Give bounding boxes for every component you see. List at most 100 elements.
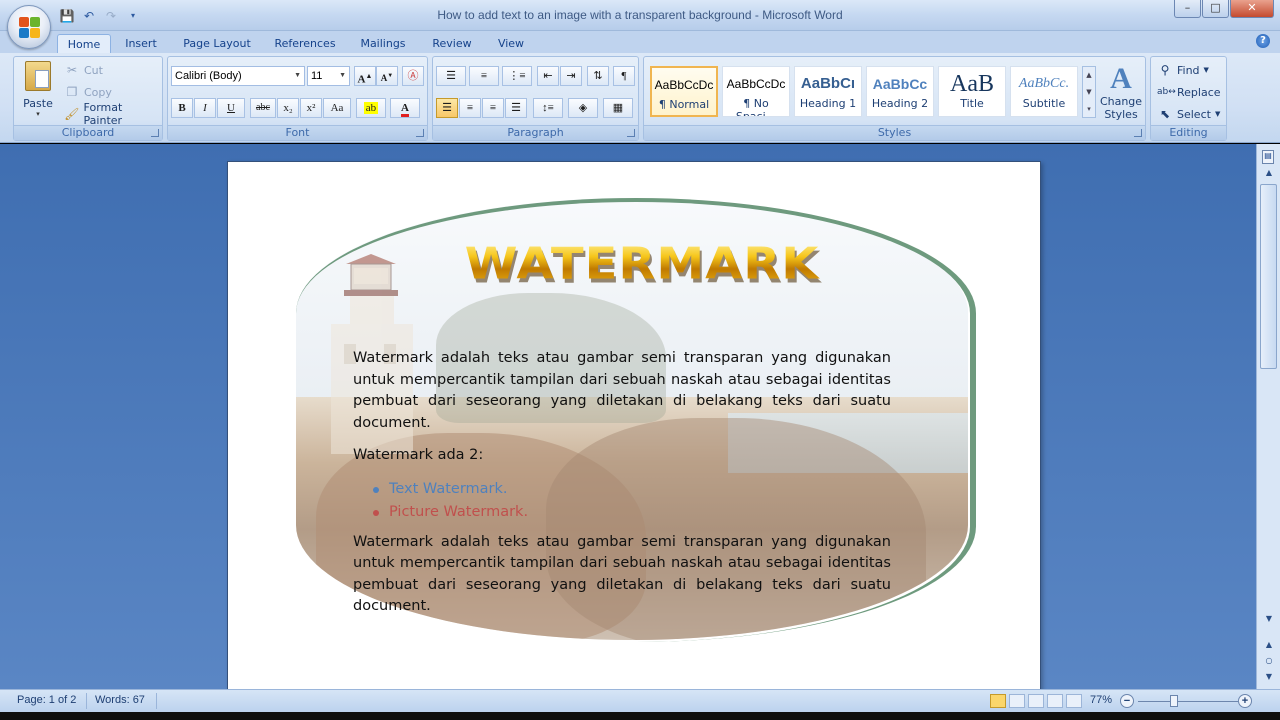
- styles-group-label: Styles: [644, 125, 1145, 140]
- tab-references[interactable]: References: [268, 34, 342, 54]
- font-launcher-icon[interactable]: [416, 129, 424, 137]
- minimize-button[interactable]: –: [1174, 0, 1201, 18]
- wordart-title[interactable]: WATERMARK: [450, 239, 834, 289]
- clear-formatting-button[interactable]: Ⓐ: [402, 66, 424, 86]
- tab-home[interactable]: Home: [57, 34, 111, 54]
- help-icon[interactable]: ?: [1256, 34, 1270, 48]
- styles-scroll[interactable]: ▲ ▼ ▾: [1082, 66, 1096, 118]
- next-page-icon[interactable]: ▼: [1261, 672, 1277, 686]
- vertical-scrollbar[interactable]: ▤ ▲ ▼ ▲ ○ ▼: [1256, 144, 1280, 689]
- tab-mailings[interactable]: Mailings: [352, 34, 414, 54]
- change-case-button[interactable]: Aa: [323, 98, 351, 118]
- style-sample: AaBbCcDc: [726, 77, 786, 91]
- style-title[interactable]: AaB Title: [938, 66, 1006, 117]
- highlight-button[interactable]: ab: [356, 98, 386, 118]
- document-page[interactable]: WATERMARK WATERMARK Watermark adalah tek…: [227, 161, 1041, 689]
- more-styles-icon[interactable]: ▾: [1083, 101, 1095, 118]
- cut-button[interactable]: ✂ Cut: [64, 61, 103, 79]
- zoom-level[interactable]: 77%: [1090, 694, 1112, 706]
- scroll-up-icon[interactable]: ▲: [1083, 67, 1095, 84]
- zoom-slider[interactable]: [1138, 701, 1238, 702]
- bold-button[interactable]: B: [171, 98, 193, 118]
- scissors-icon: ✂: [66, 63, 78, 77]
- print-layout-view-icon[interactable]: [990, 694, 1006, 708]
- underline-button[interactable]: U: [217, 98, 245, 118]
- strikethrough-button[interactable]: abc: [250, 98, 276, 118]
- style-no-spacing[interactable]: AaBbCcDc ¶ No Spaci...: [722, 66, 790, 117]
- justify-button[interactable]: ☰: [505, 98, 527, 118]
- scroll-down-icon[interactable]: ▼: [1261, 614, 1277, 628]
- scroll-up-icon[interactable]: ▲: [1261, 168, 1277, 182]
- paragraph-group: ☰ ≡ ⋮≡ ⇤ ⇥ ⇅ ¶ ☰ ≡ ≡ ☰ ↕≡ ◈ ▦ Paragraph: [432, 56, 639, 141]
- zoom-out-icon[interactable]: −: [1120, 694, 1134, 708]
- tab-page-layout[interactable]: Page Layout: [176, 34, 258, 54]
- align-right-button[interactable]: ≡: [482, 98, 504, 118]
- previous-page-icon[interactable]: ▲: [1261, 640, 1277, 654]
- shading-button[interactable]: ◈: [568, 98, 598, 118]
- paste-button[interactable]: Paste ▾: [18, 61, 58, 123]
- page-count[interactable]: Page: 1 of 2: [17, 694, 76, 706]
- select-button[interactable]: ⬉ Select ▼: [1157, 105, 1220, 123]
- office-button[interactable]: [7, 5, 51, 49]
- draft-view-icon[interactable]: [1066, 694, 1082, 708]
- line-spacing-button[interactable]: ↕≡: [533, 98, 563, 118]
- style-name: Title: [960, 97, 984, 110]
- style-normal[interactable]: AaBbCcDc ¶ Normal: [650, 66, 718, 117]
- full-screen-reading-icon[interactable]: [1009, 694, 1025, 708]
- chevron-down-icon: ▼: [1203, 66, 1209, 74]
- bullets-button[interactable]: ☰: [436, 66, 466, 86]
- show-hide-button[interactable]: ¶: [613, 66, 635, 86]
- close-button[interactable]: ✕: [1230, 0, 1274, 18]
- styles-launcher-icon[interactable]: [1134, 129, 1142, 137]
- tab-review[interactable]: Review: [424, 34, 480, 54]
- align-center-button[interactable]: ≡: [459, 98, 481, 118]
- superscript-button[interactable]: x²: [300, 98, 322, 118]
- clipboard-group-label: Clipboard: [14, 125, 162, 140]
- justify-icon: ☰: [511, 102, 521, 114]
- numbering-icon: ≡: [480, 70, 488, 82]
- window-controls: – □ ✕: [1174, 0, 1274, 18]
- document-body[interactable]: Watermark adalah teks atau gambar semi t…: [353, 348, 891, 629]
- italic-button[interactable]: I: [194, 98, 216, 118]
- zoom-slider-thumb[interactable]: [1170, 695, 1178, 707]
- web-layout-icon[interactable]: [1028, 694, 1044, 708]
- paste-icon: [25, 61, 51, 91]
- style-heading-2[interactable]: AaBbCc Heading 2: [866, 66, 934, 117]
- clipboard-launcher-icon[interactable]: [151, 129, 159, 137]
- find-button[interactable]: ⚲ Find ▼: [1157, 61, 1209, 79]
- change-styles-button[interactable]: A Change Styles: [1099, 63, 1143, 122]
- style-heading-1[interactable]: AaBbCı Heading 1: [794, 66, 862, 117]
- browse-object-icon[interactable]: ○: [1261, 656, 1277, 670]
- shrink-font-button[interactable]: A▼: [376, 66, 398, 86]
- ruler-toggle-icon[interactable]: ▤: [1262, 150, 1274, 164]
- style-subtitle[interactable]: AaBbCc. Subtitle: [1010, 66, 1078, 117]
- scrollbar-thumb[interactable]: [1260, 184, 1277, 369]
- font-color-button[interactable]: A: [390, 98, 420, 118]
- decrease-indent-button[interactable]: ⇤: [537, 66, 559, 86]
- format-painter-icon: 🖌: [64, 107, 80, 121]
- bullets-icon: ☰: [446, 70, 456, 82]
- tab-insert[interactable]: Insert: [118, 34, 164, 54]
- font-size-combo[interactable]: 11 ▼: [307, 66, 350, 86]
- replace-button[interactable]: ab↔ Replace: [1157, 83, 1221, 101]
- copy-button[interactable]: ❐ Copy: [64, 83, 112, 101]
- align-left-button[interactable]: ☰: [436, 98, 458, 118]
- zoom-in-icon[interactable]: +: [1238, 694, 1252, 708]
- tab-view[interactable]: View: [490, 34, 532, 54]
- font-group: Calibri (Body) ▼ 11 ▼ A▲ A▼ Ⓐ B I U abc x₂…: [167, 56, 428, 141]
- subscript-button[interactable]: x₂: [277, 98, 299, 118]
- sort-button[interactable]: ⇅: [587, 66, 609, 86]
- maximize-button[interactable]: □: [1202, 0, 1229, 18]
- scroll-down-icon[interactable]: ▼: [1083, 84, 1095, 101]
- borders-button[interactable]: ▦: [603, 98, 633, 118]
- outline-view-icon[interactable]: [1047, 694, 1063, 708]
- numbering-button[interactable]: ≡: [469, 66, 499, 86]
- rounded-rectangle-shape[interactable]: WATERMARK WATERMARK Watermark adalah tek…: [296, 198, 976, 642]
- grow-font-button[interactable]: A▲: [354, 66, 376, 86]
- multilevel-list-button[interactable]: ⋮≡: [502, 66, 532, 86]
- paragraph-launcher-icon[interactable]: [627, 129, 635, 137]
- font-name-combo[interactable]: Calibri (Body) ▼: [171, 66, 305, 86]
- increase-indent-button[interactable]: ⇥: [560, 66, 582, 86]
- format-painter-button[interactable]: 🖌 Format Painter: [64, 101, 162, 127]
- word-count[interactable]: Words: 67: [95, 694, 145, 706]
